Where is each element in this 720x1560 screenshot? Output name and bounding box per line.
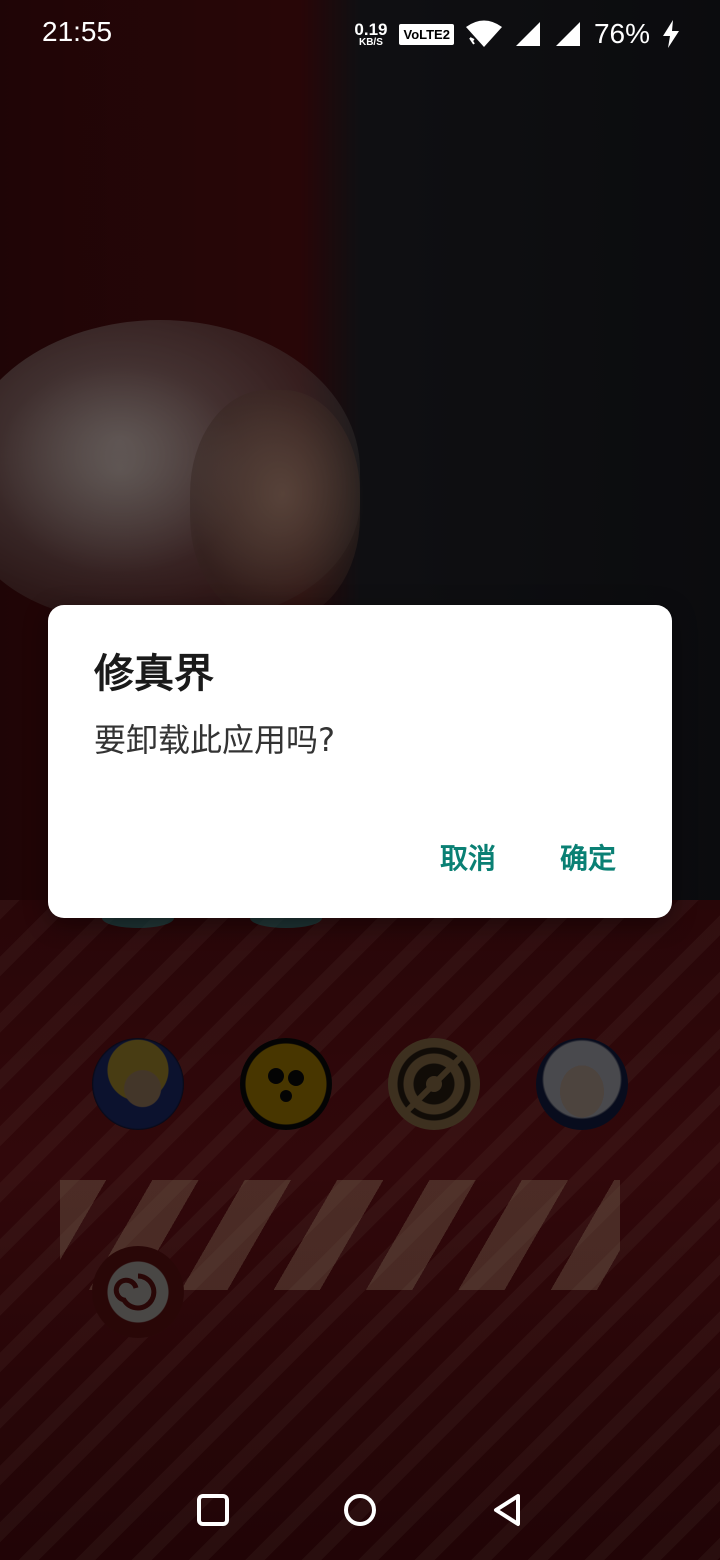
navigation-bar bbox=[0, 1462, 720, 1560]
home-button[interactable] bbox=[340, 1490, 380, 1530]
battery-percent: 76% bbox=[593, 18, 650, 49]
recents-icon bbox=[197, 1494, 229, 1526]
network-speed-unit: KB/S bbox=[358, 36, 383, 48]
home-icon bbox=[344, 1494, 376, 1526]
dialog-title: 修真界 bbox=[94, 651, 214, 697]
confirm-button[interactable]: 确定 bbox=[552, 833, 624, 881]
signal-icon bbox=[514, 20, 542, 48]
volte-badge: VoLTE2 bbox=[399, 23, 454, 45]
network-speed-value: 0.19 bbox=[354, 19, 388, 39]
android-screen: 21:55 0.19 KB/S VoLTE2 76% 修真界 要卸载此应用吗? … bbox=[0, 0, 720, 1560]
cancel-button[interactable]: 取消 bbox=[432, 833, 504, 881]
dialog-message: 要卸载此应用吗? bbox=[94, 721, 335, 759]
network-speed: 0.19 KB/S bbox=[354, 21, 387, 48]
signal-icon bbox=[554, 20, 582, 48]
back-button[interactable] bbox=[488, 1490, 528, 1530]
charging-icon bbox=[662, 20, 680, 48]
uninstall-dialog: 修真界 要卸载此应用吗? 取消 确定 bbox=[48, 605, 672, 918]
status-icons: 0.19 KB/S VoLTE2 76% bbox=[354, 14, 680, 54]
status-bar: 21:55 0.19 KB/S VoLTE2 76% bbox=[0, 0, 720, 70]
status-time: 21:55 bbox=[42, 16, 113, 47]
back-icon bbox=[494, 1494, 520, 1526]
recents-button[interactable] bbox=[193, 1490, 233, 1530]
wifi-icon bbox=[465, 20, 502, 48]
